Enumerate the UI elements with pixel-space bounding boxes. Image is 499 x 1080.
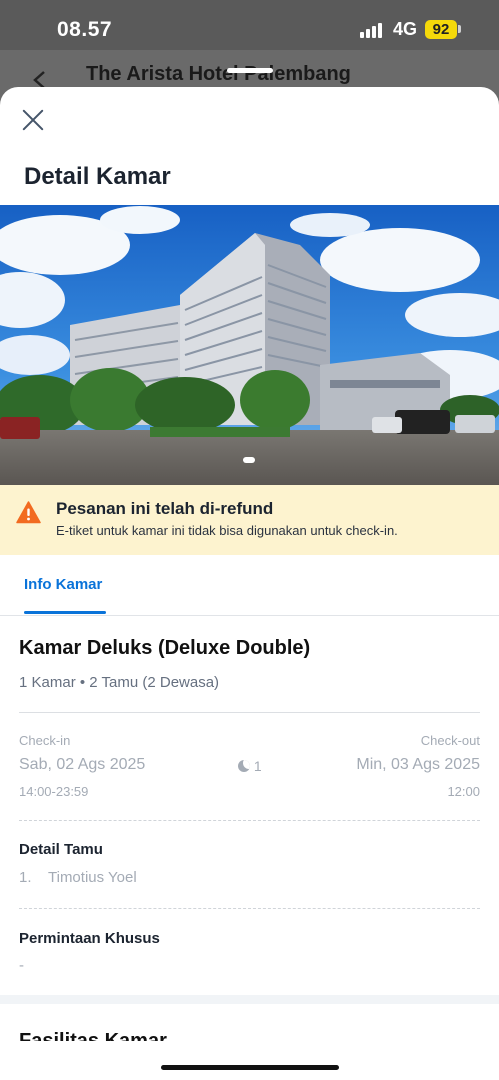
banner-title: Pesanan ini telah di-refund: [56, 499, 274, 518]
dashed-divider: [19, 908, 480, 909]
active-tab-indicator: [24, 611, 106, 614]
checkin-date: Sab, 02 Ags 2025: [19, 756, 146, 773]
special-request-value: -: [19, 957, 24, 974]
room-name: Kamar Deluks (Deluxe Double): [19, 637, 311, 659]
warning-icon: [16, 501, 41, 524]
guest-detail-heading: Detail Tamu: [19, 841, 103, 858]
divider: [19, 712, 480, 713]
network-type: 4G: [393, 19, 418, 39]
tab-label: Info Kamar: [24, 576, 103, 593]
night-count: 1: [238, 758, 262, 774]
room-detail-sheet: Detail Kamar Pesanan ini telah di-refund…: [0, 87, 499, 1080]
sheet-grabber[interactable]: [227, 68, 273, 73]
night-count-value: 1: [253, 758, 262, 774]
close-icon[interactable]: [20, 107, 46, 133]
hotel-photo[interactable]: [0, 205, 499, 485]
battery-icon: 92: [425, 20, 457, 39]
checkout-time: 12:00: [447, 784, 480, 799]
carousel-indicator: [243, 457, 255, 463]
room-summary: 1 Kamar • 2 Tamu (2 Dewasa): [19, 674, 220, 691]
home-indicator[interactable]: [161, 1065, 339, 1070]
refund-banner: Pesanan ini telah di-refund E-tiket untu…: [0, 485, 499, 555]
room-facilities-heading: Fasilitas Kamar: [19, 1030, 167, 1041]
special-request-heading: Permintaan Khusus: [19, 930, 160, 947]
guest-name: Timotius Yoel: [48, 869, 137, 886]
checkout-label: Check-out: [420, 733, 480, 748]
checkout-date: Min, 03 Ags 2025: [356, 756, 480, 773]
guest-number: 1.: [19, 869, 32, 886]
checkin-label: Check-in: [19, 733, 71, 748]
checkin-time: 14:00-23:59: [19, 784, 89, 799]
banner-subtitle: E-tiket untuk kamar ini tidak bisa digun…: [56, 523, 398, 538]
section-separator: [0, 995, 499, 1004]
background-page-title: The Arista Hotel Palembang: [86, 63, 351, 85]
battery-tip: [458, 25, 461, 33]
status-time: 08.57: [57, 18, 113, 41]
signal-icon: [360, 22, 384, 38]
tab-bar: Info Kamar: [0, 555, 499, 616]
tab-info-kamar[interactable]: Info Kamar: [0, 555, 130, 615]
moon-icon: [238, 760, 250, 772]
dashed-divider: [19, 820, 480, 821]
app-screen: 08.57 4G 92 The Arista Hotel Palembang D…: [0, 0, 499, 1080]
sheet-title: Detail Kamar: [24, 163, 171, 190]
